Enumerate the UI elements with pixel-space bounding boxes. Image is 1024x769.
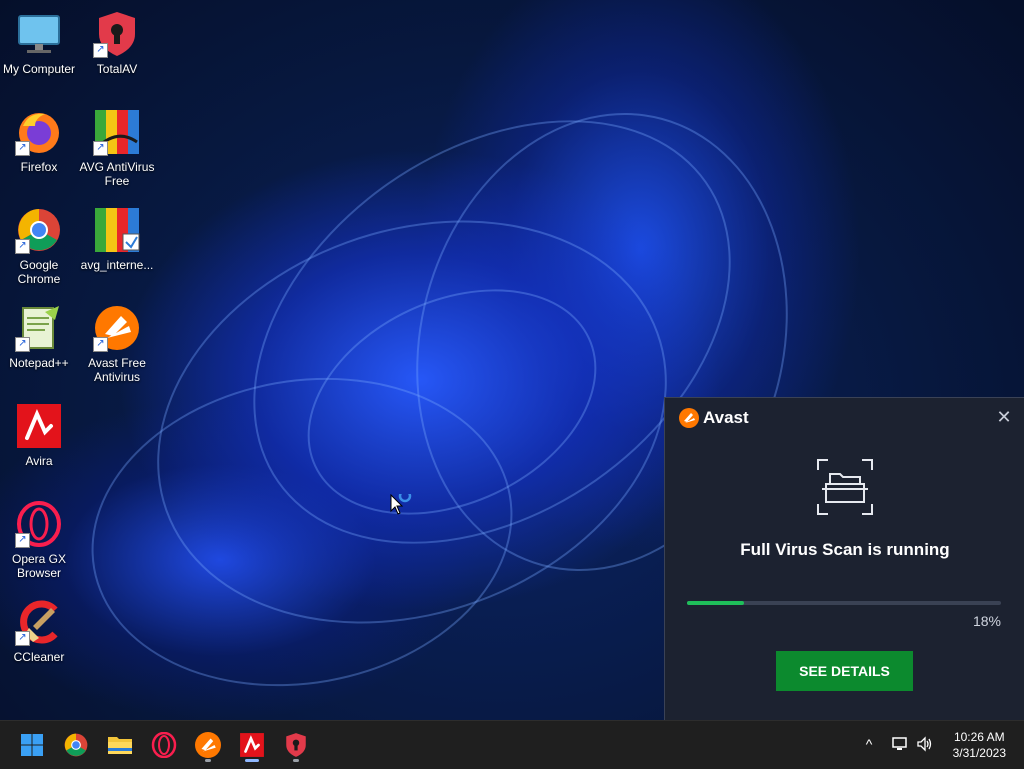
desktop-icon-firefox[interactable]: ↗ Firefox [0, 104, 78, 196]
desktop-icon-my-computer[interactable]: My Computer [0, 6, 78, 98]
busy-cursor-icon [390, 489, 414, 523]
show-hidden-icons-chevron-icon[interactable]: ^ [860, 735, 878, 753]
shortcut-arrow-icon: ↗ [15, 631, 30, 646]
opera-icon [151, 732, 177, 758]
desktop-icon-avg-internet[interactable]: avg_interne... [78, 202, 156, 294]
windows-start-icon [21, 734, 43, 756]
desktop-icon-label: My Computer [2, 62, 76, 76]
taskbar-avast-button[interactable] [190, 727, 226, 763]
shortcut-arrow-icon: ↗ [93, 43, 108, 58]
desktop-icon-label: Notepad++ [9, 356, 69, 370]
desktop-icon-avg-antivirus[interactable]: ↗ AVG AntiVirus Free [78, 104, 156, 196]
totalav-icon: ↗ [93, 10, 141, 58]
folder-scan-icon [816, 458, 874, 516]
desktop-icon-label: CCleaner [13, 650, 65, 664]
shortcut-arrow-icon: ↗ [15, 337, 30, 352]
network-icon[interactable] [891, 735, 909, 753]
avast-header: Avast [679, 408, 749, 428]
avast-scan-notification: Avast ✕ Full Virus Scan is running 18% S… [664, 397, 1024, 721]
desktop-icon-google-chrome[interactable]: ↗ Google Chrome [0, 202, 78, 294]
scan-progress-percent: 18% [972, 613, 1001, 629]
clock-date: 3/31/2023 [952, 746, 1006, 760]
taskbar-chrome-button[interactable] [58, 727, 94, 763]
desktop-icon-avast-free[interactable]: ↗ Avast Free Antivirus [78, 300, 156, 392]
desktop-icon-label: avg_interne... [80, 258, 154, 272]
desktop-icon-label: Avast Free Antivirus [88, 356, 146, 384]
scan-progress-fill [687, 601, 744, 605]
desktop-icon-opera-gx[interactable]: ↗ Opera GX Browser [0, 496, 78, 588]
wallpaper-swoosh [66, 345, 538, 719]
taskbar-file-explorer-button[interactable] [102, 727, 138, 763]
avast-brand-label: Avast [703, 408, 749, 427]
avg-installer-icon [93, 206, 141, 254]
wallpaper-swoosh [100, 151, 724, 693]
chrome-icon: ↗ [15, 206, 63, 254]
taskbar-opera-button[interactable] [146, 727, 182, 763]
scan-status-title: Full Virus Scan is running [740, 540, 950, 559]
shortcut-arrow-icon: ↗ [15, 533, 30, 548]
opera-gx-icon: ↗ [15, 500, 63, 548]
shortcut-arrow-icon: ↗ [15, 239, 30, 254]
scan-progress-bar [687, 601, 1001, 605]
see-details-button[interactable]: SEE DETAILS [776, 651, 913, 691]
desktop-icon-label: Avira [25, 454, 53, 468]
desktop-icon-avira[interactable]: Avira [0, 398, 78, 490]
clock-time: 10:26 AM [953, 730, 1005, 744]
totalav-icon [286, 733, 306, 757]
desktop-icon-label: TotalAV [96, 62, 138, 76]
shortcut-arrow-icon: ↗ [15, 141, 30, 156]
volume-icon[interactable] [916, 735, 934, 753]
avg-icon: ↗ [93, 108, 141, 156]
avast-icon [195, 732, 221, 758]
running-indicator [293, 759, 299, 762]
desktop-icon-ccleaner[interactable]: ↗ CCleaner [0, 594, 78, 686]
taskbar-avira-button[interactable] [234, 727, 270, 763]
active-indicator [245, 759, 259, 762]
shortcut-arrow-icon: ↗ [93, 141, 108, 156]
avira-icon [240, 733, 264, 757]
firefox-icon: ↗ [15, 108, 63, 156]
avast-icon: ↗ [93, 304, 141, 352]
file-explorer-icon [108, 737, 132, 754]
desktop-icon-label: Opera GX Browser [11, 552, 67, 580]
chrome-icon [64, 733, 88, 757]
notepad-plus-plus-icon: ↗ [15, 304, 63, 352]
avira-icon [15, 402, 63, 450]
desktop-icon-totalav[interactable]: ↗ TotalAV [78, 6, 156, 98]
taskbar-totalav-button[interactable] [278, 727, 314, 763]
desktop-icon-label: Google Chrome [17, 258, 61, 286]
start-button[interactable] [14, 727, 50, 763]
running-indicator [205, 759, 211, 762]
avast-logo-icon [679, 408, 699, 428]
desktop-icon-label: AVG AntiVirus Free [79, 160, 155, 188]
shortcut-arrow-icon: ↗ [93, 337, 108, 352]
ccleaner-icon: ↗ [15, 598, 63, 646]
close-icon[interactable]: ✕ [995, 408, 1013, 426]
system-clock[interactable]: 10:26 AM 3/31/2023 [953, 729, 1006, 761]
desktop-icon-label: Firefox [20, 160, 58, 174]
taskbar: ^ 10:26 AM 3/31/2023 [0, 720, 1024, 769]
desktop-icon-notepad-plus-plus[interactable]: ↗ Notepad++ [0, 300, 78, 392]
monitor-icon [15, 10, 63, 58]
wallpaper-swoosh [271, 245, 633, 559]
